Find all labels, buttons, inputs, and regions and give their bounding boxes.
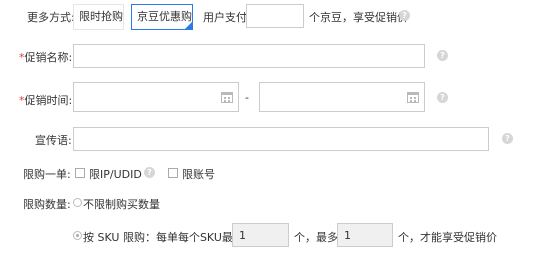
promo-name-label: *促销名称: (19, 49, 72, 65)
option-flash-sale-label: 限时抢购 (79, 10, 123, 23)
limit-account-checkbox[interactable] (168, 168, 178, 178)
unlimited-quantity-radio[interactable] (73, 198, 82, 207)
selected-corner-icon (185, 22, 192, 29)
promo-time-help-icon[interactable]: ? (437, 92, 448, 103)
limit-ip-udid-checkbox[interactable] (75, 168, 85, 178)
time-separator: - (245, 91, 249, 104)
promo-time-label-text: 促销时间: (24, 94, 73, 107)
user-pay-label: 用户支付 (203, 11, 247, 24)
jingdou-amount-input[interactable] (246, 4, 304, 28)
promo-name-label-text: 促销名称: (24, 51, 73, 64)
start-calendar-icon[interactable] (221, 92, 233, 103)
limit-one-order-label: 限购一单: (23, 168, 71, 181)
option-flash-sale-button[interactable]: 限时抢购 (73, 4, 124, 30)
jingdou-help-icon[interactable]: ? (399, 10, 410, 21)
sku-limit-label: 按 SKU 限购：每单每个SKU最少 (83, 231, 244, 244)
promo-time-label: *促销时间: (19, 92, 72, 108)
slogan-label: 宣传语: (35, 134, 72, 147)
sku-max-quantity-input[interactable] (337, 223, 393, 247)
end-calendar-icon[interactable] (407, 92, 419, 103)
promo-start-time-input[interactable] (73, 82, 239, 112)
limit-account-label: 限账号 (182, 168, 215, 181)
sku-limit-radio[interactable] (73, 231, 82, 240)
sku-min-quantity-input[interactable] (232, 223, 289, 247)
option-jingdou-discount-label: 京豆优惠购 (137, 10, 192, 23)
limit-ip-udid-label: 限IP/UDID (89, 168, 142, 181)
option-jingdou-discount-button[interactable]: 京豆优惠购 (131, 4, 193, 30)
ip-udid-help-icon[interactable]: ? (144, 167, 155, 178)
slogan-input[interactable] (73, 127, 489, 151)
promo-end-time-input[interactable] (259, 82, 425, 112)
limit-quantity-label: 限购数量: (23, 198, 71, 211)
user-pay-suffix: 个京豆，享受促销价 (309, 11, 408, 24)
unlimited-quantity-label: 不限制购买数量 (83, 198, 160, 211)
slogan-help-icon[interactable]: ? (502, 133, 513, 144)
sku-end-text: 个，才能享受促销价 (398, 231, 497, 244)
promo-name-input[interactable] (73, 44, 425, 68)
sku-mid-text: 个，最多 (294, 231, 338, 244)
more-methods-label: 更多方式: (27, 11, 75, 24)
promo-name-help-icon[interactable]: ? (437, 50, 448, 61)
